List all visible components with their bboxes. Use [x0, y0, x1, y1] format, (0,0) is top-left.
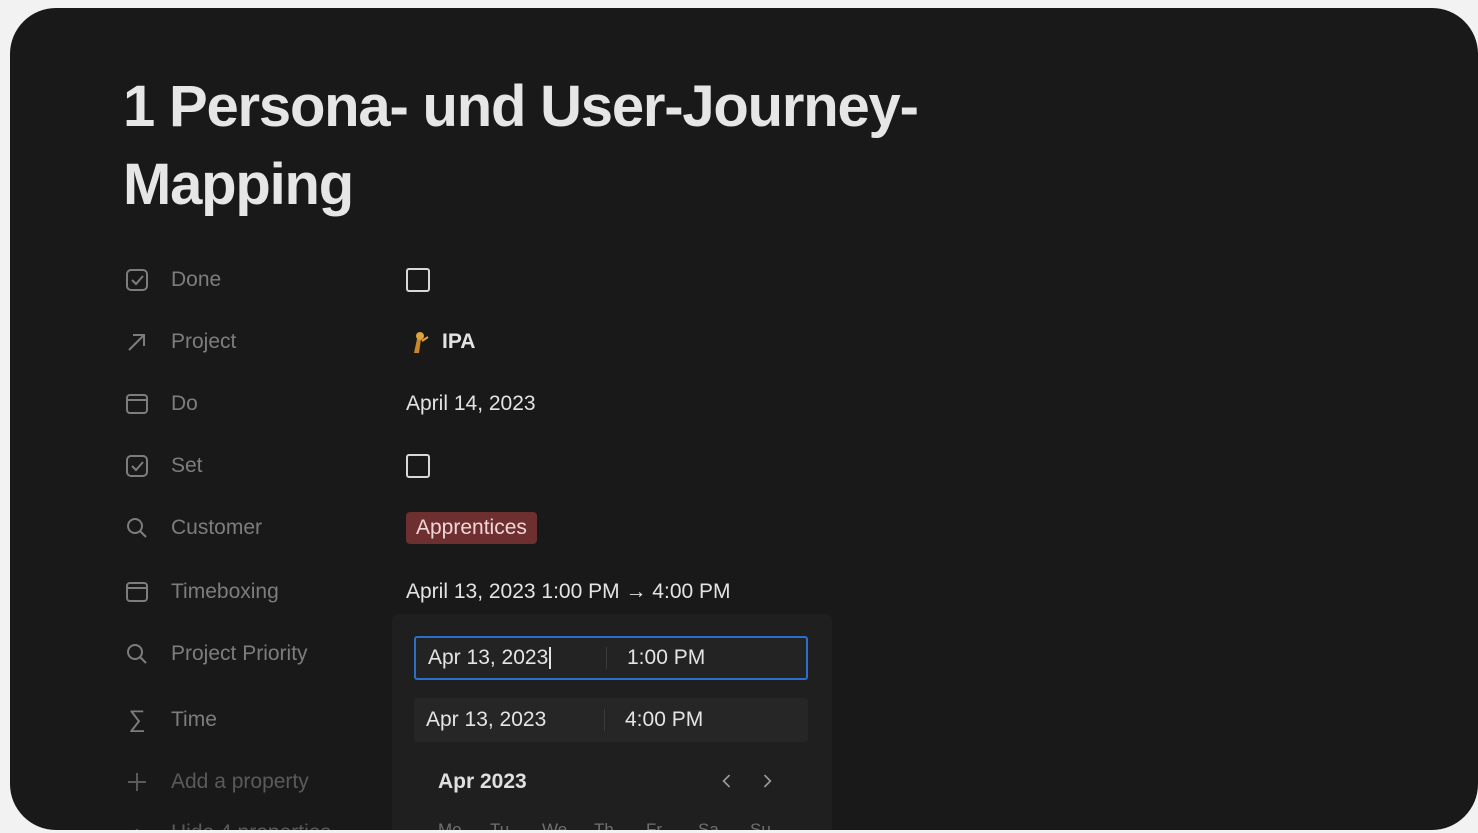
property-row-set[interactable]: Set: [123, 446, 430, 486]
chevron-icon: [123, 819, 151, 830]
date-picker-popup: Apr 13, 2023 1:00 PM Apr 13, 2023 4:00 P…: [392, 614, 832, 830]
weekday-label: Fr: [646, 820, 663, 830]
property-row-done[interactable]: Done: [123, 260, 430, 300]
weekday-label: Th: [594, 820, 614, 830]
property-row-timeboxing[interactable]: Timeboxing April 13, 2023 1:00 PM → 4:00…: [123, 572, 731, 612]
construction-worker-emoji-icon: [406, 327, 436, 357]
property-label: Customer: [171, 516, 263, 539]
property-label: Do: [171, 392, 198, 415]
weekday-label: Mo: [438, 820, 462, 830]
relation-arrow-icon: [123, 328, 151, 356]
end-date-input[interactable]: Apr 13, 2023: [414, 708, 604, 732]
search-icon: [123, 640, 151, 668]
weekday-label: Su: [750, 820, 771, 830]
property-label: Set: [171, 454, 203, 477]
search-icon: [123, 514, 151, 542]
text-cursor: [549, 647, 552, 670]
next-month-button[interactable]: [754, 768, 780, 794]
set-checkbox[interactable]: [406, 454, 430, 478]
property-row-project[interactable]: Project IPA: [123, 322, 475, 362]
property-row-customer[interactable]: Customer Apprentices: [123, 508, 537, 548]
previous-month-button[interactable]: [714, 768, 740, 794]
property-row-project-priority[interactable]: Project Priority: [123, 634, 406, 674]
sigma-icon: ∑: [128, 706, 146, 733]
plus-icon: [123, 768, 151, 796]
customer-tag[interactable]: Apprentices: [406, 512, 537, 544]
add-property-label: Add a property: [171, 770, 309, 793]
weekday-header: Mo Tu We Th Fr Sa Su: [438, 820, 802, 830]
notion-page-window: 1 Persona- und User-Journey-Mapping Done…: [10, 8, 1478, 830]
end-date-field[interactable]: Apr 13, 2023 4:00 PM: [414, 698, 808, 742]
property-label: Done: [171, 268, 222, 291]
add-property-button[interactable]: Add a property: [123, 762, 406, 802]
page-title[interactable]: 1 Persona- und User-Journey-Mapping: [123, 68, 1123, 224]
weekday-label: Tu: [490, 820, 510, 830]
hide-properties-button[interactable]: Hide 4 properties: [123, 813, 406, 830]
done-checkbox[interactable]: [406, 268, 430, 292]
hide-properties-label: Hide 4 properties: [171, 821, 331, 830]
timeboxing-value[interactable]: April 13, 2023 1:00 PM → 4:00 PM: [406, 580, 731, 604]
calendar-month-label: Apr 2023: [438, 770, 527, 793]
start-time-input[interactable]: 1:00 PM: [627, 646, 705, 670]
weekday-label: Sa: [698, 820, 719, 830]
weekday-label: We: [542, 820, 568, 830]
calendar-icon: [123, 578, 151, 606]
property-label: Project: [171, 330, 237, 353]
project-link[interactable]: IPA: [442, 330, 475, 354]
checkbox-icon: [123, 266, 151, 294]
start-date-field[interactable]: Apr 13, 2023 1:00 PM: [414, 636, 808, 680]
property-row-time[interactable]: ∑ Time: [123, 700, 406, 740]
calendar-icon: [123, 390, 151, 418]
property-label: Timeboxing: [171, 580, 279, 603]
chevron-left-icon: [722, 774, 731, 788]
property-label: Time: [171, 708, 217, 731]
do-date-value[interactable]: April 14, 2023: [406, 392, 536, 416]
checkbox-icon: [123, 452, 151, 480]
end-time-input[interactable]: 4:00 PM: [625, 708, 703, 732]
chevron-right-icon: [763, 774, 772, 788]
property-row-do[interactable]: Do April 14, 2023: [123, 384, 536, 424]
start-date-input[interactable]: Apr 13, 2023: [428, 646, 548, 669]
property-label: Project Priority: [171, 642, 308, 665]
